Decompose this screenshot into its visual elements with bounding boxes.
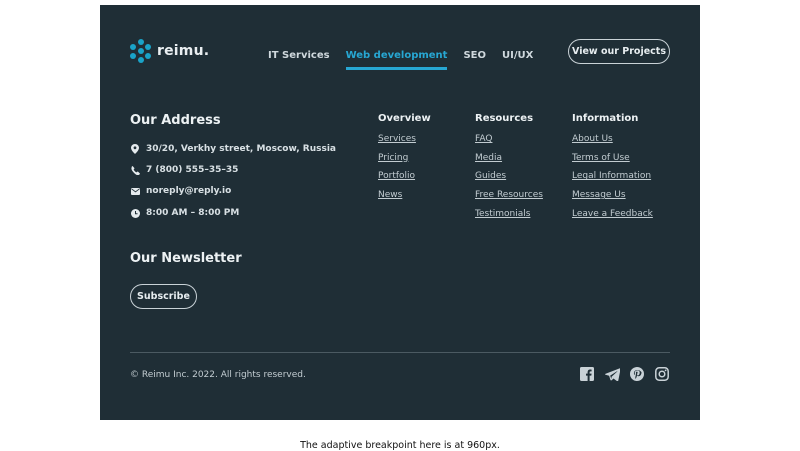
address-text: 30/20, Verkhy street, Moscow, Russia — [146, 144, 336, 154]
footer-link-testimonials[interactable]: Testimonials — [475, 209, 543, 220]
telegram-icon[interactable] — [605, 366, 621, 382]
footer-link-portfolio[interactable]: Portfolio — [378, 171, 431, 182]
main-nav: IT Services Web development SEO UI/UX — [268, 50, 549, 70]
footer-link-services[interactable]: Services — [378, 134, 431, 145]
footer-link-leave-feedback[interactable]: Leave a Feedback — [572, 209, 653, 220]
logo[interactable]: reimu. — [130, 39, 209, 63]
resources-column: Resources FAQ Media Guides Free Resource… — [475, 113, 543, 227]
address-row: 30/20, Verkhy street, Moscow, Russia — [130, 144, 336, 154]
facebook-icon[interactable] — [580, 366, 594, 381]
instagram-icon[interactable] — [655, 366, 669, 381]
clock-icon — [130, 208, 140, 218]
logo-text: reimu. — [157, 43, 210, 59]
view-projects-button[interactable]: View our Projects — [568, 39, 670, 64]
pinterest-icon[interactable] — [630, 366, 644, 381]
information-title: Information — [572, 113, 639, 124]
location-pin-icon — [130, 144, 140, 154]
footer-link-faq[interactable]: FAQ — [475, 134, 543, 145]
copyright-text: © Reimu Inc. 2022. All rights reserved. — [130, 370, 306, 380]
logo-icon — [130, 39, 152, 63]
footer-link-message-us[interactable]: Message Us — [572, 190, 653, 201]
mail-icon — [130, 186, 140, 196]
nav-item-it-services[interactable]: IT Services — [268, 50, 330, 70]
footer-link-about-us[interactable]: About Us — [572, 134, 653, 145]
hours-row: 8:00 AM – 8:00 PM — [130, 208, 239, 218]
email-row: noreply@reply.io — [130, 186, 231, 196]
footer-link-news[interactable]: News — [378, 190, 431, 201]
footer-link-guides[interactable]: Guides — [475, 171, 543, 182]
phone-icon — [130, 165, 140, 175]
phone-text[interactable]: 7 (800) 555–35–35 — [146, 165, 238, 175]
subscribe-button[interactable]: Subscribe — [130, 284, 197, 309]
nav-item-web-development[interactable]: Web development — [345, 50, 448, 70]
breakpoint-note: The adaptive breakpoint here is at 960px… — [300, 440, 500, 451]
nav-item-seo[interactable]: SEO — [463, 50, 486, 70]
hours-text: 8:00 AM – 8:00 PM — [146, 208, 240, 218]
phone-row: 7 (800) 555–35–35 — [130, 165, 238, 175]
nav-item-ui-ux[interactable]: UI/UX — [502, 50, 533, 70]
information-column: Information About Us Terms of Use Legal … — [572, 113, 653, 227]
email-text[interactable]: noreply@reply.io — [146, 186, 231, 196]
footer-link-legal-information[interactable]: Legal Information — [572, 171, 653, 182]
footer-link-pricing[interactable]: Pricing — [378, 153, 431, 164]
footer-link-free-resources[interactable]: Free Resources — [475, 190, 543, 201]
newsletter-title: Our Newsletter — [130, 251, 242, 266]
overview-title: Overview — [378, 113, 431, 124]
resources-title: Resources — [475, 113, 534, 124]
address-title: Our Address — [130, 113, 221, 128]
site-footer: reimu. IT Services Web development SEO U… — [100, 5, 700, 420]
footer-link-media[interactable]: Media — [475, 153, 543, 164]
footer-link-terms-of-use[interactable]: Terms of Use — [572, 153, 653, 164]
footer-divider — [130, 352, 670, 353]
social-links — [580, 366, 680, 382]
overview-column: Overview Services Pricing Portfolio News — [378, 113, 431, 209]
